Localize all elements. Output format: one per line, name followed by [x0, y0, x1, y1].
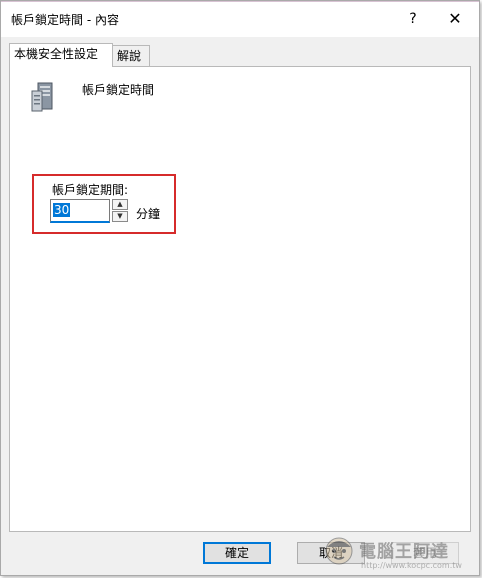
properties-dialog: 帳戶鎖定時間 - 內容 ? ✕ 本機安全性設定 解說 帳戶鎖定時間 帳戶鎖定期間…: [0, 0, 480, 576]
lockout-duration-label: 帳戶鎖定期間:: [52, 183, 129, 197]
spin-down-button[interactable]: ▼: [112, 211, 128, 222]
watermark-text: 電腦王阿達: [359, 542, 449, 562]
close-button[interactable]: ✕: [441, 7, 469, 31]
mascot-icon: [325, 537, 353, 565]
title-bar: 帳戶鎖定時間 - 內容 ? ✕: [1, 1, 479, 37]
lockout-duration-value: 30: [53, 203, 71, 217]
policy-name: 帳戶鎖定時間: [82, 83, 155, 97]
window-title: 帳戶鎖定時間 - 內容: [11, 13, 119, 27]
watermark: 電腦王阿達 http://www.kocpc.com.tw: [319, 531, 479, 575]
title-accent-line: [1, 1, 479, 2]
tab-explain[interactable]: 解說: [112, 45, 150, 66]
unit-label: 分鐘: [136, 207, 161, 221]
lockout-duration-input[interactable]: 30: [50, 199, 110, 223]
security-policy-icon: [31, 82, 53, 112]
watermark-url: http://www.kocpc.com.tw: [361, 561, 462, 570]
spin-up-button[interactable]: ▲: [112, 199, 128, 210]
tab-panel: 帳戶鎖定時間 帳戶鎖定期間: 30 ▲ ▼ 分鐘: [9, 66, 471, 532]
tab-local-security-setting[interactable]: 本機安全性設定: [9, 43, 113, 67]
ok-button[interactable]: 確定: [203, 542, 271, 564]
help-button[interactable]: ?: [399, 7, 427, 31]
